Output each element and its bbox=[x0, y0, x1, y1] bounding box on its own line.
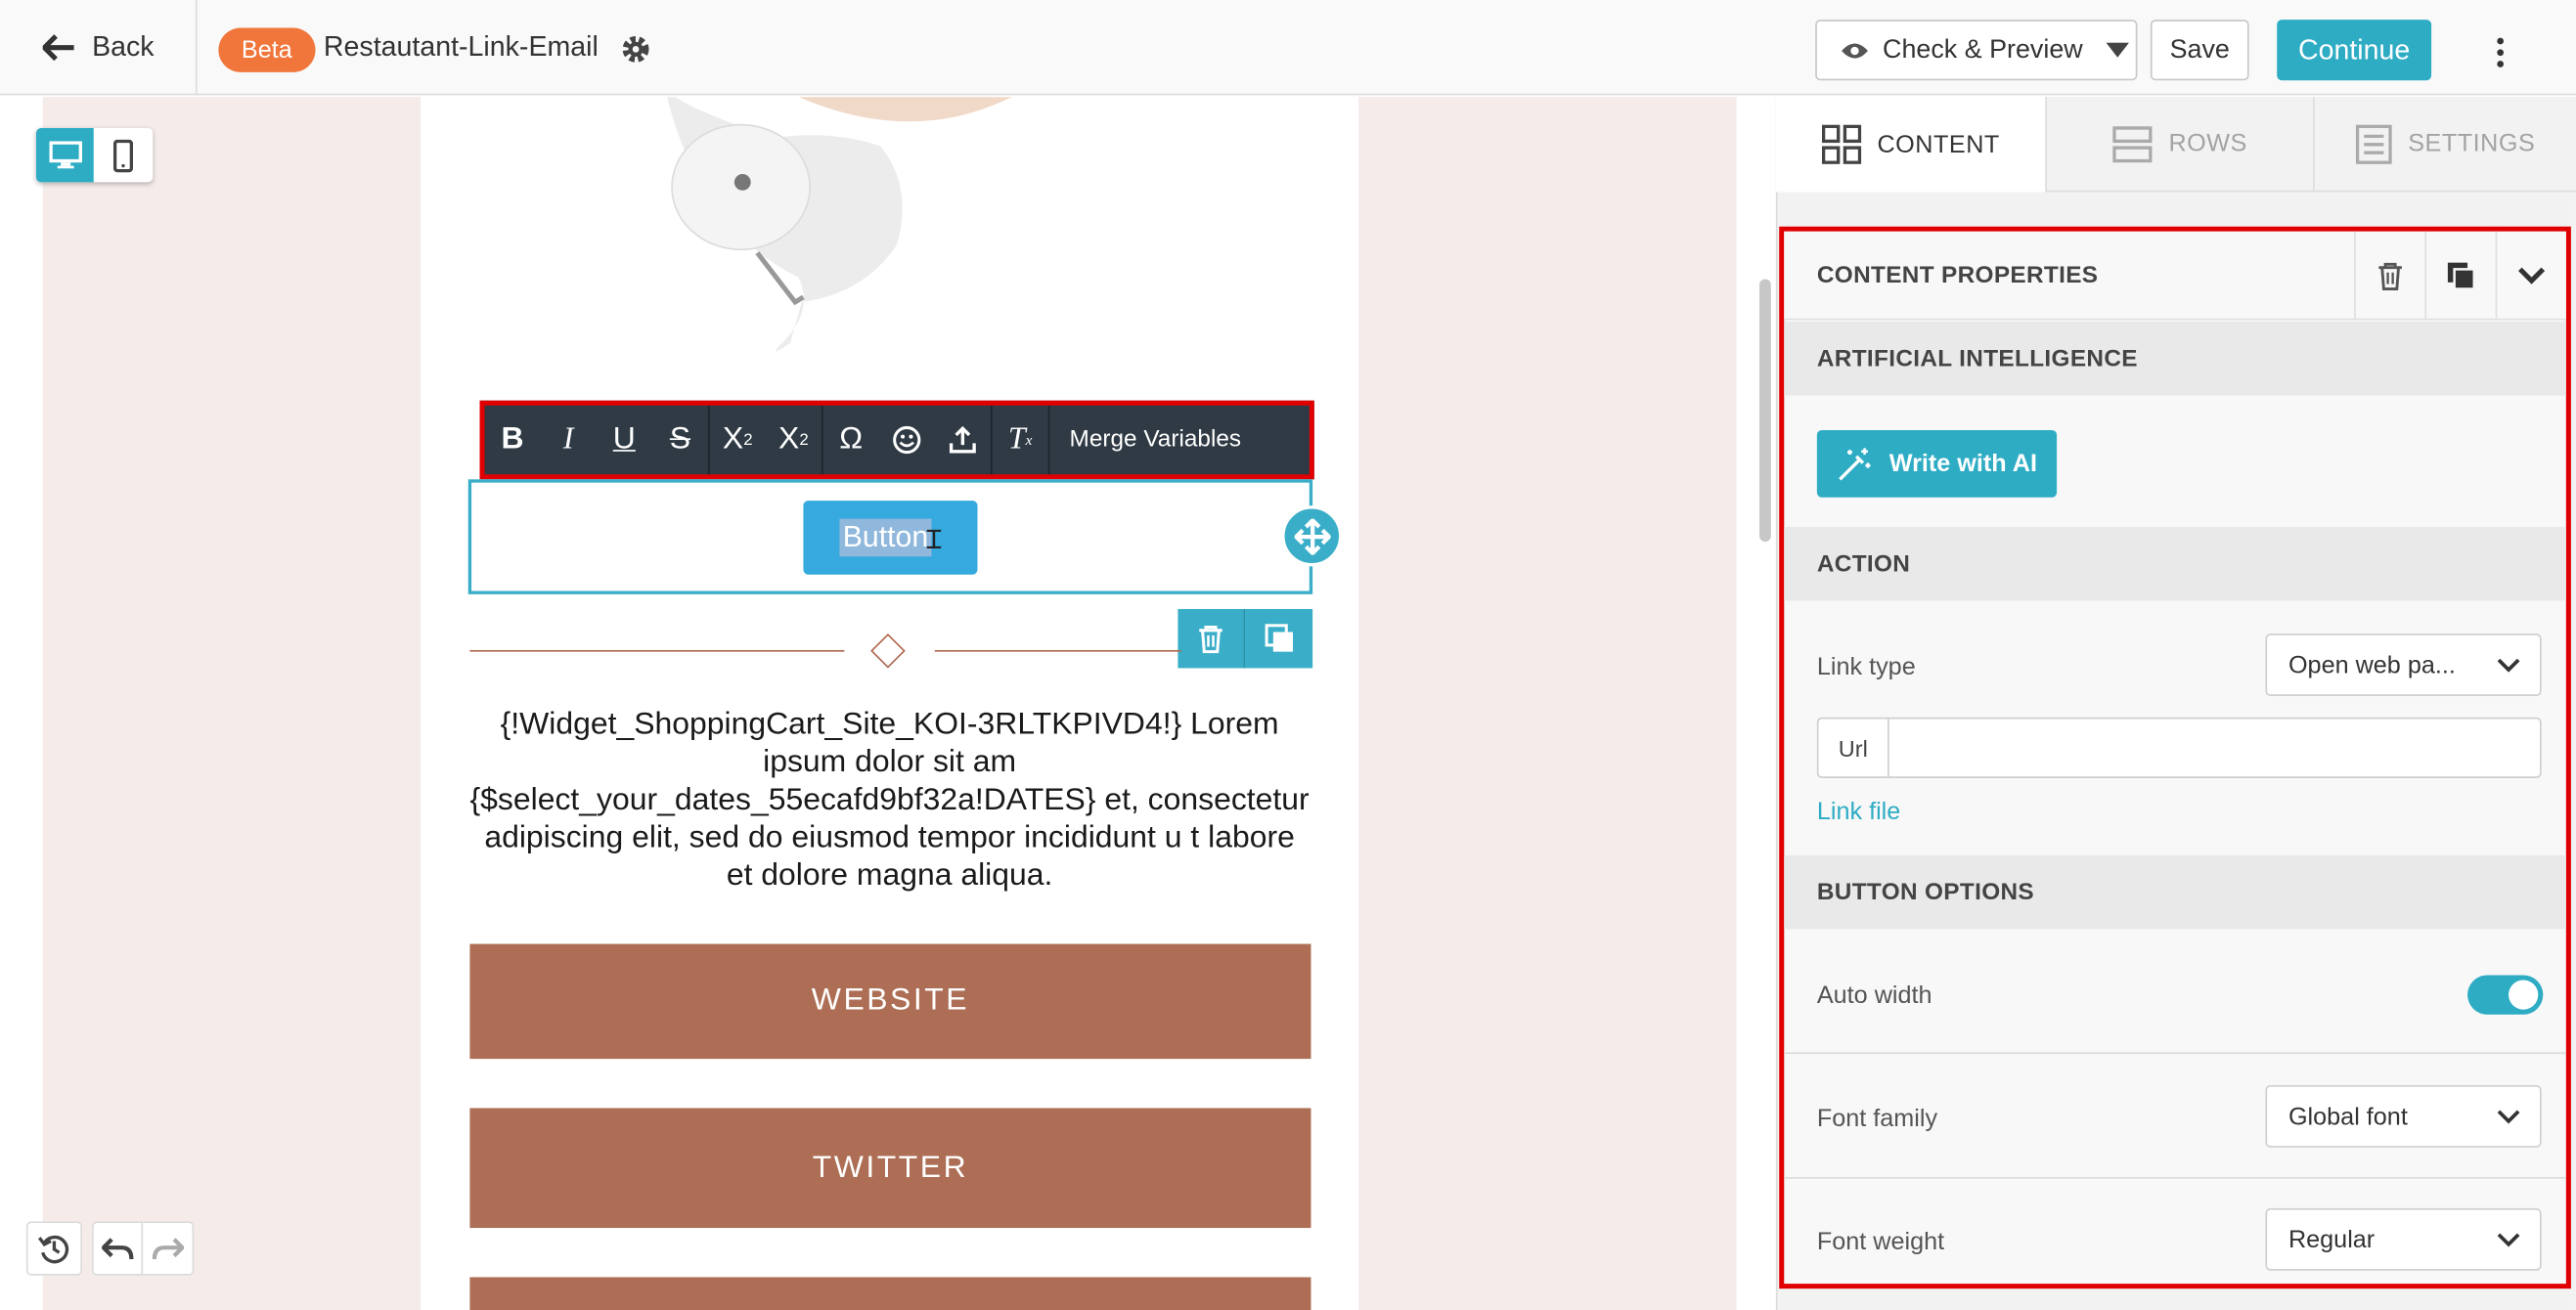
history-icon[interactable] bbox=[25, 1221, 82, 1276]
tab-settings[interactable]: SETTINGS bbox=[2314, 97, 2576, 193]
divider-line bbox=[469, 649, 845, 652]
tab-rows-label: ROWS bbox=[2168, 129, 2247, 158]
strikethrough-icon[interactable]: S bbox=[652, 406, 708, 475]
caret-down-icon bbox=[2106, 42, 2129, 58]
link-type-select[interactable]: Open web pa... bbox=[2265, 633, 2542, 696]
auto-width-label: Auto width bbox=[1816, 982, 1932, 1010]
url-input[interactable] bbox=[1888, 719, 2540, 777]
bold-icon[interactable]: B bbox=[485, 406, 541, 475]
text-cursor-icon: Ɪ bbox=[926, 526, 942, 554]
ai-section-title: ARTIFICIAL INTELLIGENCE bbox=[1816, 345, 2138, 372]
collapse-chevron-icon[interactable] bbox=[2495, 231, 2566, 321]
editor-window: Back Beta Restautant-Link-Email Check & … bbox=[0, 0, 2576, 1310]
chevron-down-icon bbox=[2497, 1233, 2520, 1247]
trash-icon[interactable] bbox=[2354, 231, 2424, 321]
content-properties-panel: CONTENT PROPERTIES ARTIFICIAL INTELLIGEN… bbox=[1779, 226, 2571, 1289]
check-preview-label: Check & Preview bbox=[1883, 35, 2083, 64]
website-button[interactable]: WEBSITE bbox=[469, 943, 1311, 1060]
ai-section-header: ARTIFICIAL INTELLIGENCE bbox=[1784, 322, 2566, 396]
duplicate-icon[interactable] bbox=[2424, 231, 2495, 321]
back-button[interactable]: Back bbox=[0, 0, 198, 96]
canvas-scrollbar[interactable] bbox=[1759, 279, 1771, 543]
write-with-ai-label: Write with AI bbox=[1888, 450, 2037, 478]
emoji-icon[interactable] bbox=[879, 406, 935, 475]
special-character-icon[interactable]: Ω bbox=[823, 406, 879, 475]
font-weight-select[interactable]: Regular bbox=[2265, 1207, 2542, 1271]
tab-settings-label: SETTINGS bbox=[2408, 129, 2536, 158]
font-family-select[interactable]: Global font bbox=[2265, 1084, 2542, 1148]
text-format-toolbar: B I U S X2 X2 Ω Tx Merge Variables bbox=[479, 400, 1314, 480]
email-button[interactable]: Button Ɪ bbox=[803, 501, 978, 575]
font-weight-label: Font weight bbox=[1816, 1228, 1945, 1256]
undo-icon[interactable] bbox=[94, 1223, 144, 1275]
desktop-view-icon[interactable] bbox=[35, 127, 94, 183]
coffee-image[interactable] bbox=[421, 97, 1358, 360]
button-options-title: BUTTON OPTIONS bbox=[1816, 879, 2034, 906]
document-title: Restautant-Link-Email bbox=[323, 30, 599, 63]
merge-variables-button[interactable]: Merge Variables bbox=[1049, 427, 1261, 454]
panel-tabs: CONTENT ROWS SETTINGS bbox=[1775, 97, 2576, 193]
redo-icon[interactable] bbox=[143, 1223, 192, 1274]
clear-formatting-icon[interactable]: Tx bbox=[993, 406, 1048, 475]
back-label: Back bbox=[92, 30, 155, 63]
url-field: Url bbox=[1816, 717, 2542, 778]
magic-wand-icon bbox=[1839, 447, 1871, 480]
subscript-icon[interactable]: X2 bbox=[766, 406, 822, 475]
beta-badge: Beta bbox=[218, 27, 316, 72]
font-weight-value: Regular bbox=[2287, 1225, 2376, 1254]
settings-list-icon bbox=[2355, 123, 2392, 164]
body-text-block[interactable]: {!Widget_ShoppingCart_Site_KOI-3RLTKPIVD… bbox=[469, 706, 1310, 895]
save-button[interactable]: Save bbox=[2150, 20, 2249, 81]
link-type-label: Link type bbox=[1816, 653, 1916, 681]
auto-width-toggle[interactable] bbox=[2467, 975, 2544, 1015]
check-preview-button[interactable]: Check & Preview bbox=[1815, 20, 2138, 81]
link-file-link[interactable]: Link file bbox=[1817, 798, 1900, 826]
tab-content[interactable]: CONTENT bbox=[1775, 97, 2048, 193]
divider bbox=[1784, 1052, 2566, 1055]
view-toggle bbox=[35, 127, 154, 183]
upload-icon[interactable] bbox=[935, 406, 991, 475]
more-options-icon[interactable] bbox=[2484, 33, 2517, 72]
twitter-button[interactable]: TWITTER bbox=[469, 1108, 1311, 1229]
undo-redo-group bbox=[92, 1221, 195, 1276]
arrow-left-icon bbox=[42, 34, 74, 62]
content-properties-title: CONTENT PROPERTIES bbox=[1816, 261, 2099, 288]
grid-icon bbox=[1821, 124, 1861, 164]
action-section-header: ACTION bbox=[1784, 527, 2566, 601]
link-type-value: Open web pa... bbox=[2287, 650, 2456, 679]
font-family-value: Global font bbox=[2287, 1102, 2408, 1131]
divider bbox=[1784, 1176, 2566, 1179]
action-section-title: ACTION bbox=[1816, 550, 1911, 578]
eye-icon bbox=[1842, 42, 1868, 58]
block-actions bbox=[1177, 608, 1313, 669]
chevron-down-icon bbox=[2497, 658, 2520, 673]
chevron-down-icon bbox=[2497, 1110, 2520, 1124]
properties-actions bbox=[2354, 231, 2566, 321]
superscript-icon[interactable]: X2 bbox=[710, 406, 766, 475]
continue-button[interactable]: Continue bbox=[2277, 20, 2432, 81]
delete-block-icon[interactable] bbox=[1177, 608, 1246, 669]
email-button-label[interactable]: Button bbox=[839, 518, 932, 557]
tab-rows[interactable]: ROWS bbox=[2047, 97, 2315, 193]
tab-content-label: CONTENT bbox=[1877, 130, 2000, 159]
underline-icon[interactable]: U bbox=[597, 406, 652, 475]
write-with-ai-button[interactable]: Write with AI bbox=[1816, 429, 2058, 498]
url-label: Url bbox=[1819, 719, 1889, 777]
move-icon[interactable] bbox=[1281, 505, 1343, 567]
mobile-view-icon[interactable] bbox=[94, 128, 152, 182]
duplicate-block-icon[interactable] bbox=[1245, 608, 1313, 669]
divider-line bbox=[934, 649, 1181, 652]
gear-icon[interactable] bbox=[621, 34, 650, 64]
social-button-partial[interactable] bbox=[469, 1277, 1311, 1310]
italic-icon[interactable]: I bbox=[541, 406, 597, 475]
rows-icon bbox=[2112, 125, 2153, 162]
button-options-header: BUTTON OPTIONS bbox=[1784, 854, 2566, 930]
font-family-label: Font family bbox=[1816, 1105, 1938, 1133]
